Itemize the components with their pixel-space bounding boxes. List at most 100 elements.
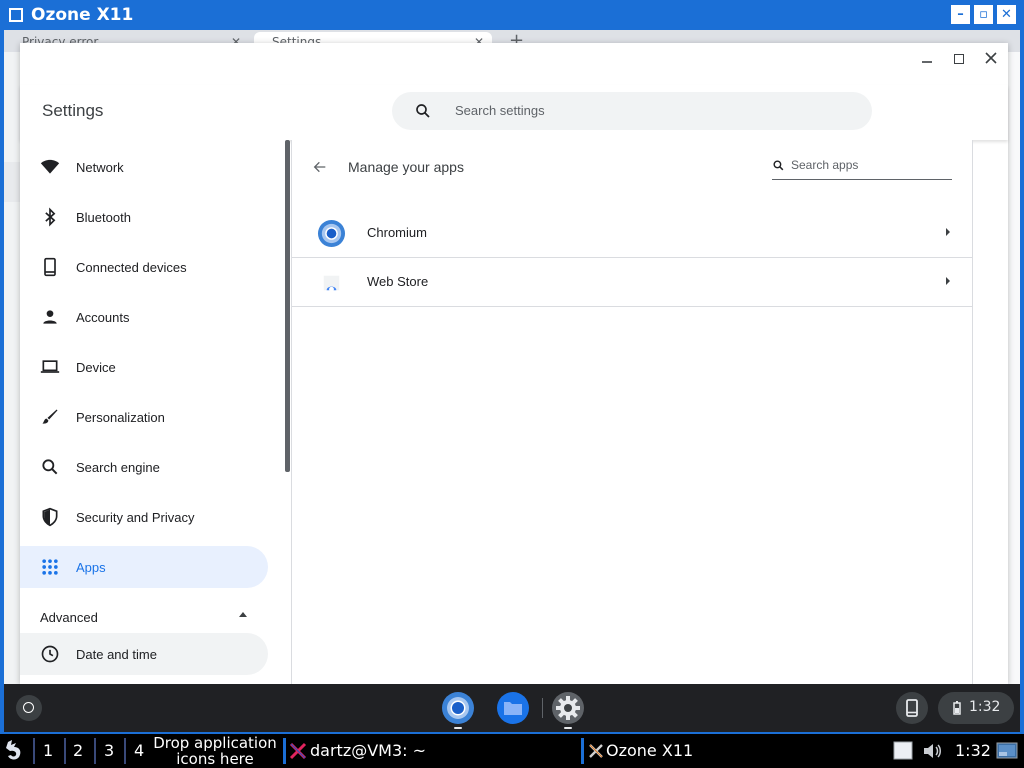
sidebar-item-bluetooth[interactable]: Bluetooth (20, 196, 268, 238)
x11-maximize-button[interactable]: ▫ (974, 5, 993, 24)
sidebar-item-connected-devices[interactable]: Connected devices (20, 246, 268, 288)
launcher-drop-zone[interactable]: Drop application icons here (150, 735, 280, 768)
app-row-web-store[interactable]: Web Store (292, 258, 972, 307)
main-content: Manage your apps Search apps Chromium We… (291, 140, 973, 684)
window-menu-icon[interactable] (9, 8, 23, 22)
task-label: dartz@VM3: ~ (310, 741, 427, 760)
x11-panel: 1 2 3 4 Drop application icons here dart… (0, 734, 1024, 768)
workspace-separator (33, 738, 35, 764)
workspace-1[interactable]: 1 (43, 734, 53, 768)
app-row-chromium[interactable]: Chromium (292, 209, 972, 258)
subpage-title: Manage your apps (348, 159, 464, 175)
chromium-icon[interactable] (440, 690, 476, 726)
close-button[interactable] (982, 51, 1000, 69)
sidebar-item-label: Security and Privacy (76, 509, 195, 525)
phone-icon (44, 257, 56, 277)
volume-icon[interactable] (922, 741, 944, 761)
settings-window-controls (918, 51, 1000, 69)
battery-icon (953, 701, 961, 715)
terminal-x-icon (289, 742, 307, 760)
start-menu-icon[interactable] (2, 738, 26, 764)
sidebar-item-label: Apps (76, 559, 106, 575)
clipboard-icon[interactable] (893, 741, 913, 761)
app-name: Web Store (367, 274, 429, 289)
workspace-4[interactable]: 4 (134, 734, 144, 768)
task-label: Ozone X11 (606, 741, 694, 760)
search-settings-input[interactable]: Search settings (392, 92, 872, 130)
shelf-separator (542, 698, 543, 718)
sidebar-item-apps[interactable]: Apps (20, 546, 268, 588)
task-separator (581, 738, 584, 764)
sidebar-scrollbar[interactable] (285, 140, 290, 472)
chevron-right-icon (946, 228, 950, 236)
sidebar-item-security-and-privacy[interactable]: Security and Privacy (20, 496, 268, 538)
sidebar-item-accounts[interactable]: Accounts (20, 296, 268, 338)
sidebar-item-label: Personalization (76, 409, 165, 425)
settings-gear-icon[interactable] (550, 690, 586, 726)
status-area-button[interactable]: 1:32 (938, 692, 1014, 724)
drop-zone-line-2: icons here (176, 750, 254, 768)
background-browser-left-edge (4, 52, 20, 684)
panel-clock: 1:32 (955, 741, 991, 760)
minimize-icon (922, 61, 932, 63)
chromium-icon (317, 219, 346, 248)
sidebar-item-label: Date and time (76, 646, 157, 662)
desktop: Ozone X11 – ▫ ✕ Privacy error ✕ Settings… (0, 0, 1024, 768)
bluetooth-icon (45, 207, 56, 227)
drop-zone-line-1: Drop application (153, 734, 277, 752)
search-icon (416, 104, 430, 118)
sidebar-item-network[interactable]: Network (20, 146, 268, 188)
settings-header: Settings Search settings (20, 85, 1008, 140)
sidebar-item-label: Bluetooth (76, 209, 131, 225)
task-terminal[interactable]: dartz@VM3: ~ (289, 734, 579, 768)
settings-sidebar: Network Bluetooth Connected devices Acco… (20, 140, 290, 684)
sidebar-item-label: Search engine (76, 459, 160, 475)
running-indicator (454, 727, 462, 729)
background-sidebar-highlight (4, 162, 20, 202)
chromeos-shelf: 1:32 (4, 684, 1020, 732)
sidebar-item-date-and-time[interactable]: Date and time (20, 633, 268, 675)
workspace-separator (124, 738, 126, 764)
chevron-right-icon (946, 277, 950, 285)
network-monitor-icon[interactable] (996, 740, 1018, 762)
task-ozone-x11[interactable]: Ozone X11 (588, 734, 878, 768)
maximize-button[interactable] (950, 51, 968, 69)
app-name: Chromium (367, 225, 427, 240)
task-separator (283, 738, 286, 764)
page-title: Settings (42, 101, 104, 120)
x11-close-button[interactable]: ✕ (997, 5, 1016, 24)
web-store-icon (323, 275, 340, 292)
sidebar-item-label: Connected devices (76, 259, 187, 275)
minimize-button[interactable] (918, 51, 936, 69)
background-browser-right-edge (1008, 52, 1020, 684)
sidebar-item-label: Accounts (76, 309, 130, 325)
clock-icon (41, 645, 59, 663)
back-arrow-icon[interactable] (312, 159, 328, 175)
search-placeholder: Search settings (455, 103, 545, 118)
x11-titlebar[interactable]: Ozone X11 – ▫ ✕ (0, 0, 1024, 30)
sidebar-advanced-toggle[interactable]: Advanced (40, 610, 98, 625)
search-apps-input[interactable]: Search apps (772, 153, 952, 180)
brush-icon (42, 409, 58, 424)
launcher-button[interactable] (16, 695, 42, 721)
person-icon (43, 310, 57, 324)
sidebar-item-label: Network (76, 159, 124, 175)
sidebar-item-search-engine[interactable]: Search engine (20, 446, 268, 488)
shield-icon (42, 507, 58, 527)
search-icon (773, 160, 784, 171)
workspace-separator (94, 738, 96, 764)
sidebar-item-device[interactable]: Device (20, 346, 268, 388)
phone-icon (906, 699, 918, 717)
x11-minimize-button[interactable]: – (951, 5, 970, 24)
files-icon[interactable] (495, 690, 531, 726)
laptop-icon (40, 360, 60, 373)
workspace-2[interactable]: 2 (73, 734, 83, 768)
shelf-clock: 1:32 (969, 699, 1001, 715)
phone-hub-button[interactable] (896, 692, 928, 724)
sidebar-item-personalization[interactable]: Personalization (20, 396, 268, 438)
running-indicator (564, 727, 572, 729)
close-icon (985, 52, 997, 64)
chevron-up-icon[interactable] (239, 612, 247, 617)
subpage-header: Manage your apps Search apps (292, 140, 972, 192)
workspace-3[interactable]: 3 (104, 734, 114, 768)
